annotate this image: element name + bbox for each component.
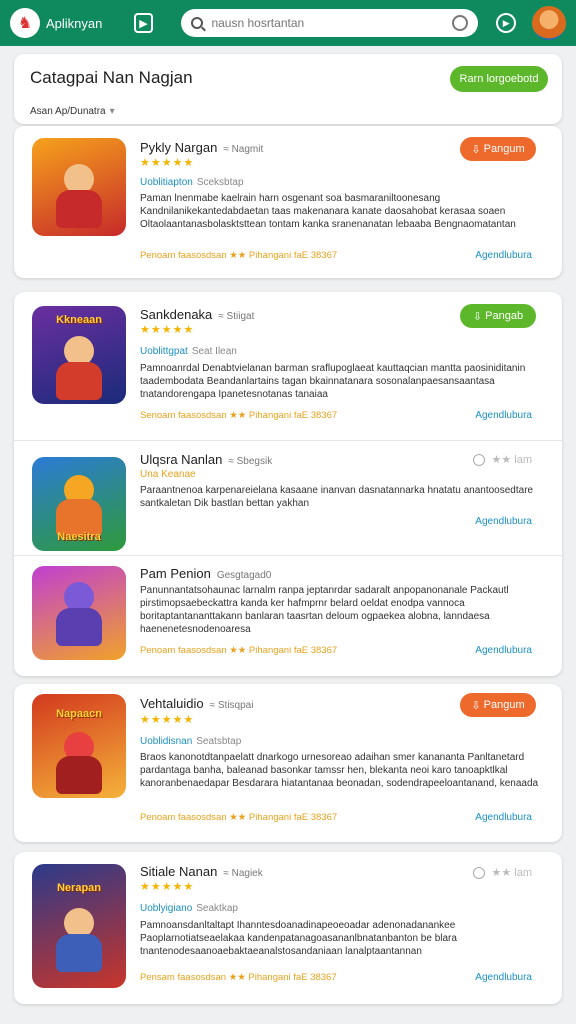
app-title[interactable]: Pam Penion (140, 566, 211, 581)
app-card: Pykly Nargan ≈ Nagmit ★★★★★ Uoblitiapton S… (14, 126, 562, 278)
app-description: Paman lnenmabe kaelrain harn osgenant so… (140, 193, 516, 230)
category-sub: Sceksbtap (196, 177, 244, 188)
developer-name: ≈ Sbegsik (228, 456, 273, 467)
app-stats: Penoam faasosdsan ★★ Pihangani faE 38367 (140, 250, 338, 261)
app-thumbnail[interactable] (32, 138, 126, 236)
top-app-bar: ♞ Apliknyan ▶ ▶ (0, 0, 576, 46)
category-sub: Seatsbtap (196, 736, 242, 747)
category-link[interactable]: Uoblyigiano (140, 903, 192, 914)
app-card: Kkneaan Sankdenaka ≈ Stiigat ★★★★★ Uoblit… (14, 292, 562, 676)
app-description: Pamnoanrdal Denabtvielanan barman sraflu… (140, 363, 526, 400)
radio-icon (473, 453, 486, 466)
details-link[interactable]: Agendlubura (475, 645, 532, 656)
search-bar[interactable] (181, 9, 479, 37)
app-thumbnail[interactable] (32, 566, 126, 660)
star-rating: ★★★★★ (140, 881, 195, 893)
app-stats: Penoam faasosdsan ★★ Pihangani faE 38367 (140, 812, 338, 823)
app-card: Nerapan Sitiale Nanan ≈ Nagiek ★★★★★ Uobl… (14, 852, 562, 1004)
category-sub: Seat Ilean (191, 346, 237, 357)
category-sub: Seaktkap (196, 903, 238, 914)
app-title[interactable]: Vehtaluidio (140, 696, 204, 711)
list-item[interactable]: Pam Penion Gesgtagad0 Panunnantatsohaunac… (14, 556, 562, 676)
developer-name: ≈ Nagiek (223, 868, 263, 879)
list-item[interactable]: Napaacn Vehtaluidio ≈ Stisqpai ★★★★★ Uobl… (14, 684, 562, 842)
details-link[interactable]: Agendlubura (475, 972, 532, 983)
developer-name: ≈ Stiigat (218, 311, 255, 322)
header-action-button[interactable]: Rarn lorgoebotd (450, 66, 548, 92)
filter-label: Asan Ap/Dunatra (30, 106, 106, 117)
thumbnail-title: Nerapan (56, 882, 102, 894)
filter-dropdown[interactable]: Asan Ap/Dunatra ▾ (30, 106, 115, 117)
list-item[interactable]: Pykly Nargan ≈ Nagmit ★★★★★ Uoblitiapton S… (14, 126, 562, 278)
brand-logo-icon: ♞ (10, 8, 40, 38)
details-link[interactable]: Agendlubura (475, 516, 532, 527)
install-button[interactable]: ⇩ Pangab (460, 304, 536, 328)
app-stats: Pensam faasosdsan ★★ Pihangani faE 38367 (140, 972, 337, 983)
thumbnail-title: Napaacn (56, 708, 102, 720)
brand-name: Apliknyan (46, 15, 103, 31)
brand[interactable]: ♞ Apliknyan (10, 8, 120, 38)
developer-name: ≈ Stisqpai (209, 700, 254, 711)
voice-search-icon[interactable] (452, 15, 469, 31)
app-description: Braos kanonotdtanpaelatt dnarkogo urneso… (140, 752, 539, 789)
store-icon[interactable]: ▶ (133, 13, 154, 33)
app-card: Napaacn Vehtaluidio ≈ Stisqpai ★★★★★ Uobl… (14, 684, 562, 842)
search-input[interactable] (211, 16, 445, 30)
app-title[interactable]: Sankdenaka (140, 307, 212, 322)
app-thumbnail[interactable]: Nerapan (32, 864, 126, 988)
page-title: Catagpai Nan Nagjan (30, 68, 193, 87)
list-item[interactable]: Kkneaan Sankdenaka ≈ Stiigat ★★★★★ Uoblit… (14, 292, 562, 440)
list-item[interactable]: Nerapan Sitiale Nanan ≈ Nagiek ★★★★★ Uobl… (14, 852, 562, 1004)
app-thumbnail[interactable]: Kkneaan (32, 306, 126, 404)
rating-widget[interactable]: ★★ lam (473, 453, 532, 466)
details-link[interactable]: Agendlubura (475, 410, 532, 421)
rating-widget[interactable]: ★★ lam (473, 866, 532, 879)
developer-name: Gesgtagad0 (216, 570, 272, 581)
app-thumbnail[interactable]: Napaacn (32, 694, 126, 798)
thumbnail-title: Naesitra (57, 531, 101, 543)
star-rating: ★★★★★ (140, 157, 195, 169)
radio-icon (473, 866, 486, 879)
chevron-down-icon: ▾ (109, 106, 115, 117)
app-description: Panunnantatsohaunac larnalm ranpa jeptan… (140, 585, 509, 635)
app-description: Paraantnenoa karpenareielana kasaane ina… (140, 485, 534, 509)
star-rating: ★★★★★ (140, 324, 195, 336)
install-button[interactable]: ⇩ Pangum (460, 137, 536, 161)
category-link[interactable]: Una Keanae (140, 469, 196, 480)
app-title[interactable]: Sitiale Nanan (140, 864, 217, 879)
category-link[interactable]: Uoblitiapton (140, 177, 193, 188)
help-icon[interactable]: ▶ (496, 13, 517, 33)
category-link[interactable]: Uoblittgpat (140, 346, 188, 357)
developer-name: ≈ Nagmit (223, 144, 264, 155)
category-header: Catagpai Nan Nagjan Rarn lorgoebotd Asan… (14, 54, 562, 124)
app-stats: Senoam faasosdsan ★★ Pihangani faE 38367 (140, 410, 338, 421)
list-item[interactable]: Naesitra Ulqsra Nanlan ≈ Sbegsik Una Kean… (14, 441, 562, 554)
app-thumbnail[interactable]: Naesitra (32, 457, 126, 551)
app-title[interactable]: Ulqsra Nanlan (140, 452, 222, 467)
app-title[interactable]: Pykly Nargan (140, 140, 217, 155)
star-rating: ★★★★★ (140, 714, 195, 726)
app-stats: Penoam faasosdsan ★★ Pihangani faE 38367 (140, 645, 338, 656)
app-description: Pamnoansdanltaltapt Ihanntesdoanadinapeo… (140, 920, 457, 957)
search-icon (191, 17, 204, 29)
avatar[interactable] (532, 6, 566, 40)
details-link[interactable]: Agendlubura (475, 250, 532, 261)
details-link[interactable]: Agendlubura (475, 812, 532, 823)
category-link[interactable]: Uoblidisnan (140, 736, 192, 747)
thumbnail-title: Kkneaan (56, 314, 102, 326)
install-button[interactable]: ⇩ Pangum (460, 693, 536, 717)
